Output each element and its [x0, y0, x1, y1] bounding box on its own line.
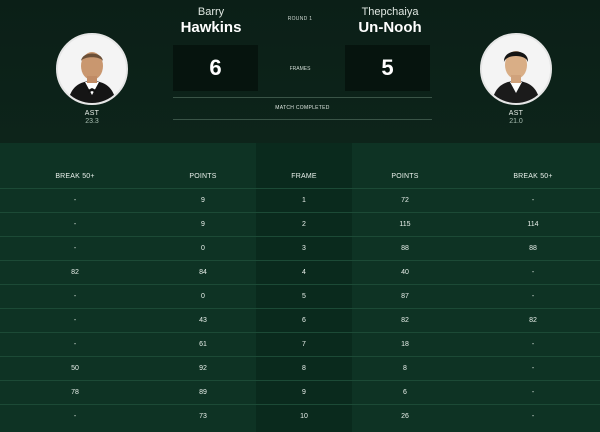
- right-break-cell: 82: [529, 317, 537, 324]
- right-points-cell: 88: [401, 245, 409, 252]
- left-points-cell: 61: [199, 341, 207, 348]
- match-header: AST 23.3 Barry Hawkins ROUND 1 Thepchaiy…: [0, 0, 600, 143]
- left-player-info: AST 23.3: [47, 110, 137, 125]
- header-frame: FRAME: [291, 172, 317, 180]
- left-break-cell: -: [73, 221, 77, 228]
- left-player-name[interactable]: Barry Hawkins: [151, 6, 271, 36]
- table-header: BREAK 50+ POINTS FRAME POINTS BREAK 50+: [0, 165, 600, 187]
- right-points-cell: 87: [401, 293, 409, 300]
- right-player-name[interactable]: Thepchaiya Un-Nooh: [330, 6, 450, 36]
- left-break-cell: -: [73, 197, 77, 204]
- frame-number-cell: 9: [302, 389, 306, 396]
- header-left-points: POINTS: [189, 172, 217, 180]
- right-break-cell: -: [531, 341, 535, 348]
- right-points-cell: 82: [401, 317, 409, 324]
- table-row: - 0 5 87 -: [0, 284, 600, 308]
- right-break-cell: 114: [527, 221, 539, 228]
- table-row: - 73 10 26 -: [0, 404, 600, 428]
- match-status: MATCH COMPLETED: [275, 105, 330, 111]
- frame-number-cell: 1: [302, 197, 306, 204]
- right-player-average: 21.0: [509, 118, 523, 125]
- right-player-last-name: Un-Nooh: [358, 19, 422, 36]
- right-break-cell: -: [531, 197, 535, 204]
- table-row: - 0 3 88 88: [0, 236, 600, 260]
- left-player-average: 23.3: [85, 118, 99, 125]
- frame-number-cell: 8: [302, 365, 306, 372]
- left-points-cell: 0: [201, 245, 205, 252]
- right-break-cell: -: [531, 269, 535, 276]
- left-player-country: AST: [84, 110, 100, 117]
- left-points-cell: 92: [199, 365, 207, 372]
- frame-number-cell: 7: [302, 341, 306, 348]
- frame-number-cell: 5: [302, 293, 306, 300]
- table-row: 82 84 4 40 -: [0, 260, 600, 284]
- right-break-cell: -: [531, 365, 535, 372]
- table-row: - 9 2 115 114: [0, 212, 600, 236]
- right-break-cell: -: [531, 293, 535, 300]
- right-break-cell: 88: [529, 245, 537, 252]
- right-points-cell: 6: [403, 389, 407, 396]
- frame-number-cell: 2: [302, 221, 306, 228]
- left-player-first-name: Barry: [197, 6, 225, 18]
- left-break-cell: -: [73, 413, 77, 420]
- left-break-cell: 82: [71, 269, 79, 276]
- table-row: - 43 6 82 82: [0, 308, 600, 332]
- right-break-cell: -: [531, 389, 535, 396]
- player-photo-icon: [58, 35, 126, 103]
- right-player-first-name: Thepchaiya: [361, 6, 419, 18]
- table-row: 78 89 9 6 -: [0, 380, 600, 404]
- left-points-cell: 9: [201, 221, 205, 228]
- right-break-cell: -: [531, 413, 535, 420]
- left-player-score: 6: [173, 45, 258, 91]
- left-player-last-name: Hawkins: [180, 19, 242, 36]
- header-right-break: BREAK 50+: [513, 172, 553, 180]
- left-break-cell: -: [73, 317, 77, 324]
- frame-number-cell: 6: [302, 317, 306, 324]
- left-break-cell: -: [73, 245, 77, 252]
- left-break-cell: 78: [71, 389, 79, 396]
- frame-scores-table: BREAK 50+ POINTS FRAME POINTS BREAK 50+ …: [0, 143, 600, 432]
- left-break-cell: 50: [71, 365, 79, 372]
- avatar[interactable]: [480, 33, 552, 105]
- left-points-cell: 84: [199, 269, 207, 276]
- round-label: ROUND 1: [287, 16, 313, 22]
- avatar[interactable]: [56, 33, 128, 105]
- right-points-cell: 26: [401, 413, 409, 420]
- left-points-cell: 89: [199, 389, 207, 396]
- right-points-cell: 40: [401, 269, 409, 276]
- frame-number-cell: 4: [302, 269, 306, 276]
- header-right-points: POINTS: [391, 172, 419, 180]
- right-player-score: 5: [345, 45, 430, 91]
- right-points-cell: 72: [401, 197, 409, 204]
- left-break-cell: -: [73, 341, 77, 348]
- frame-number-cell: 10: [300, 413, 308, 420]
- table-row: - 9 1 72 -: [0, 188, 600, 212]
- right-points-cell: 18: [401, 341, 409, 348]
- table-row: 50 92 8 8 -: [0, 356, 600, 380]
- left-points-cell: 43: [199, 317, 207, 324]
- header-left-break: BREAK 50+: [55, 172, 95, 180]
- right-points-cell: 115: [399, 221, 411, 228]
- frame-number-cell: 3: [302, 245, 306, 252]
- left-points-cell: 9: [201, 197, 205, 204]
- left-points-cell: 0: [201, 293, 205, 300]
- divider: [173, 119, 432, 120]
- right-player-country: AST: [508, 110, 524, 117]
- divider: [173, 97, 432, 98]
- right-points-cell: 8: [403, 365, 407, 372]
- frames-label: FRAMES: [289, 66, 311, 72]
- right-player-info: AST 21.0: [471, 110, 561, 125]
- player-photo-icon: [482, 35, 550, 103]
- left-points-cell: 73: [199, 413, 207, 420]
- left-break-cell: -: [73, 293, 77, 300]
- table-row: - 61 7 18 -: [0, 332, 600, 356]
